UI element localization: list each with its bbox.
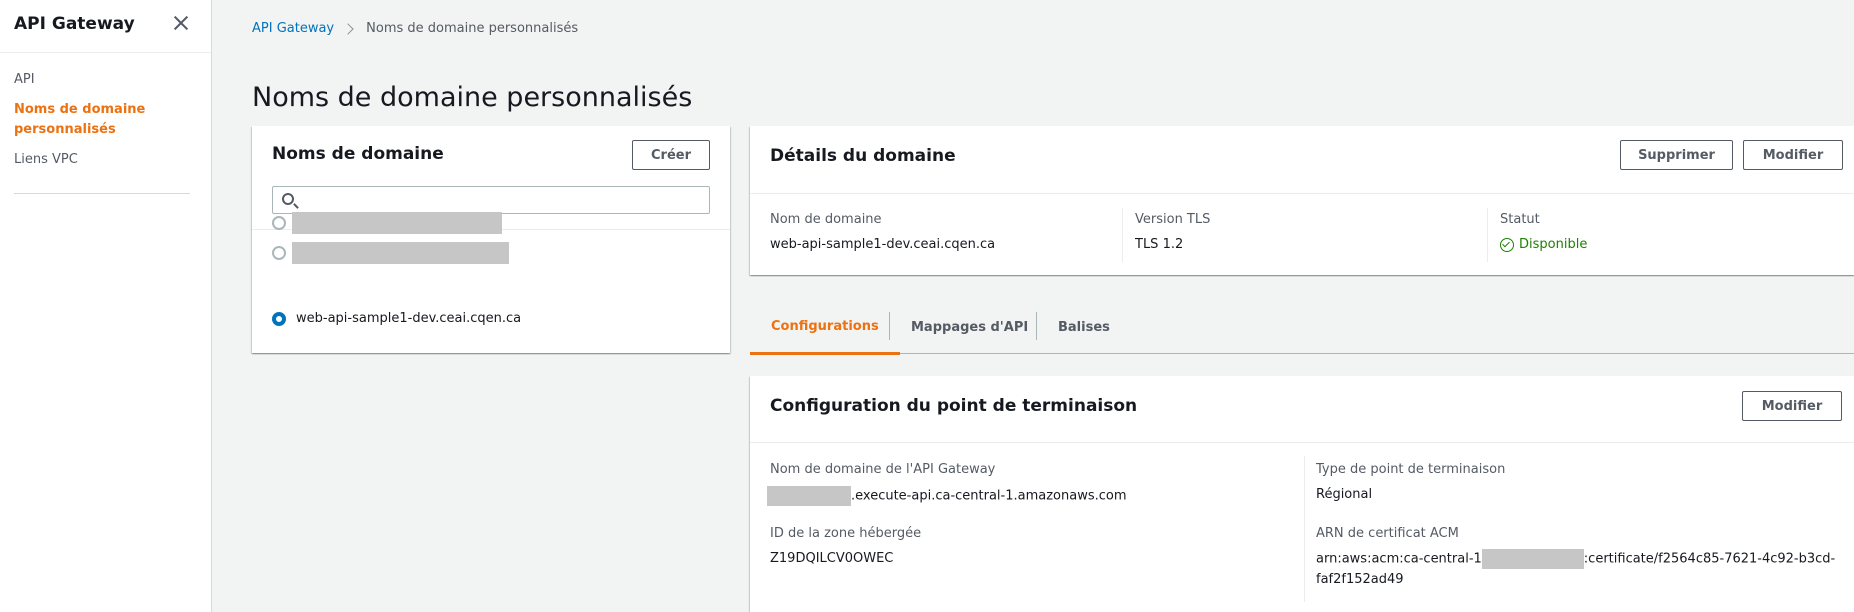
gateway-domain-label: Nom de domaine de l'API Gateway — [770, 462, 996, 477]
create-button[interactable]: Créer — [632, 140, 710, 170]
redacted-account-id — [1481, 549, 1584, 569]
sidebar-header-divider — [0, 52, 211, 53]
status-label: Statut — [1500, 212, 1540, 227]
domain-name-label: Nom de domaine — [770, 212, 882, 227]
sidebar-title: API Gateway — [14, 14, 135, 34]
domain-list-item[interactable]: web-api-sample1-dev.ceai.cqen.ca — [272, 311, 521, 326]
edit-button[interactable]: Modifier — [1743, 140, 1843, 170]
search-icon — [282, 193, 294, 205]
check-circle-icon — [1500, 237, 1514, 252]
tab-api-mappings[interactable]: Mappages d'API — [890, 300, 1049, 354]
radio-button[interactable] — [272, 246, 286, 260]
radio-button[interactable] — [272, 216, 286, 230]
status-badge: Disponible — [1500, 237, 1587, 252]
breadcrumb-root-link[interactable]: API Gateway — [252, 21, 334, 36]
hosted-zone-label: ID de la zone hébergée — [770, 526, 922, 541]
chevron-right-icon — [342, 22, 354, 35]
tab-configurations[interactable]: Configurations — [750, 300, 900, 355]
endpoint-type-label: Type de point de terminaison — [1316, 462, 1506, 477]
acm-arn-value: arn:aws:acm:ca-central-1:certificate/f25… — [1316, 549, 1836, 590]
domain-search — [272, 186, 710, 214]
domain-list-item[interactable] — [272, 212, 502, 234]
redacted-domain — [292, 212, 502, 234]
column-divider — [1122, 208, 1123, 262]
acm-arn-prefix: arn:aws:acm:ca-central-1 — [1316, 551, 1482, 567]
redacted-domain — [292, 242, 509, 264]
column-divider — [1304, 456, 1305, 602]
breadcrumb-current: Noms de domaine personnalisés — [366, 21, 579, 36]
endpoint-config-title: Configuration du point de terminaison — [770, 396, 1138, 416]
domain-details-title: Détails du domaine — [770, 146, 956, 166]
panel-divider — [750, 442, 1854, 443]
domain-details-panel: Détails du domaine Supprimer Modifier No… — [750, 126, 1854, 275]
breadcrumb: API Gateway Noms de domaine personnalisé… — [252, 21, 578, 36]
domain-names-title: Noms de domaine — [272, 144, 444, 164]
sidebar-divider — [14, 193, 190, 194]
tab-tags[interactable]: Balises — [1037, 300, 1131, 354]
acm-arn-label: ARN de certificat ACM — [1316, 526, 1459, 541]
endpoint-config-panel: Configuration du point de terminaison Mo… — [750, 376, 1854, 612]
hosted-zone-value: Z19DQILCV0OWEC — [770, 551, 894, 566]
sidebar-item-api[interactable]: API — [14, 70, 194, 90]
delete-button[interactable]: Supprimer — [1620, 140, 1733, 170]
sidebar-item-custom-domain-names[interactable]: Noms de domaine personnalisés — [14, 100, 194, 140]
redacted-id — [767, 486, 851, 506]
radio-button-selected[interactable] — [272, 311, 286, 326]
sidebar-item-vpc-links[interactable]: Liens VPC — [14, 150, 194, 170]
column-divider — [1487, 208, 1488, 262]
panel-divider — [750, 193, 1854, 194]
gateway-domain-suffix: .execute-api.ca-central-1.amazonaws.com — [851, 488, 1127, 504]
tls-version-label: Version TLS — [1135, 212, 1211, 227]
search-input[interactable] — [303, 189, 703, 211]
endpoint-type-value: Régional — [1316, 487, 1373, 502]
domain-name-value: web-api-sample1-dev.ceai.cqen.ca — [770, 237, 996, 252]
close-icon[interactable] — [172, 14, 190, 32]
edit-button[interactable]: Modifier — [1742, 391, 1842, 421]
side-navigation: API Gateway API Noms de domaine personna… — [0, 0, 212, 612]
domain-list-item[interactable] — [272, 242, 509, 264]
domain-names-panel: Noms de domaine Créer web-api-sample1-de… — [252, 126, 730, 353]
page-title: Noms de domaine personnalisés — [252, 82, 693, 113]
status-value: Disponible — [1519, 237, 1588, 252]
sidebar-nav: API Noms de domaine personnalisés Liens … — [14, 70, 194, 180]
tls-version-value: TLS 1.2 — [1135, 237, 1184, 252]
tabs: Configurations Mappages d'API Balises — [750, 300, 1854, 355]
domain-name-label: web-api-sample1-dev.ceai.cqen.ca — [296, 311, 522, 326]
gateway-domain-value: .execute-api.ca-central-1.amazonaws.com — [767, 486, 1127, 506]
